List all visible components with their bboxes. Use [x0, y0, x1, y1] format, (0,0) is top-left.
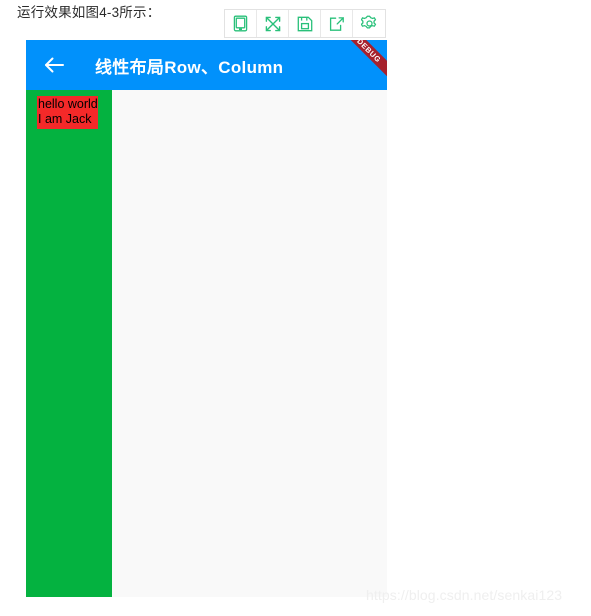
save-screenshot-button[interactable]	[289, 10, 321, 37]
red-box-line-2: I am Jack	[38, 112, 92, 126]
settings-button[interactable]	[353, 10, 385, 37]
phone-screen: 线性布局Row、Column DEBUG hello world I am Ja…	[26, 40, 387, 597]
device-frame-button[interactable]	[225, 10, 257, 37]
gear-icon	[360, 15, 378, 32]
phone-icon	[233, 15, 248, 32]
page-caption: 运行效果如图4-3所示：	[17, 5, 161, 20]
red-text-box: hello world I am Jack	[37, 96, 98, 129]
emulator-toolbar	[224, 9, 386, 38]
red-box-line-1: hello world	[38, 97, 98, 111]
resize-button[interactable]	[257, 10, 289, 37]
share-button[interactable]	[321, 10, 353, 37]
expand-arrows-icon	[265, 16, 281, 32]
back-arrow-icon[interactable]	[42, 53, 66, 77]
app-bar-title: 线性布局Row、Column	[95, 57, 284, 77]
share-export-icon	[329, 16, 345, 32]
app-body: hello world I am Jack	[26, 90, 387, 597]
debug-banner: DEBUG	[336, 40, 387, 83]
floppy-save-icon	[297, 16, 313, 32]
app-bar: 线性布局Row、Column DEBUG	[26, 40, 387, 90]
watermark: https://blog.csdn.net/senkai123	[366, 587, 563, 603]
green-column-container: hello world I am Jack	[26, 90, 112, 597]
